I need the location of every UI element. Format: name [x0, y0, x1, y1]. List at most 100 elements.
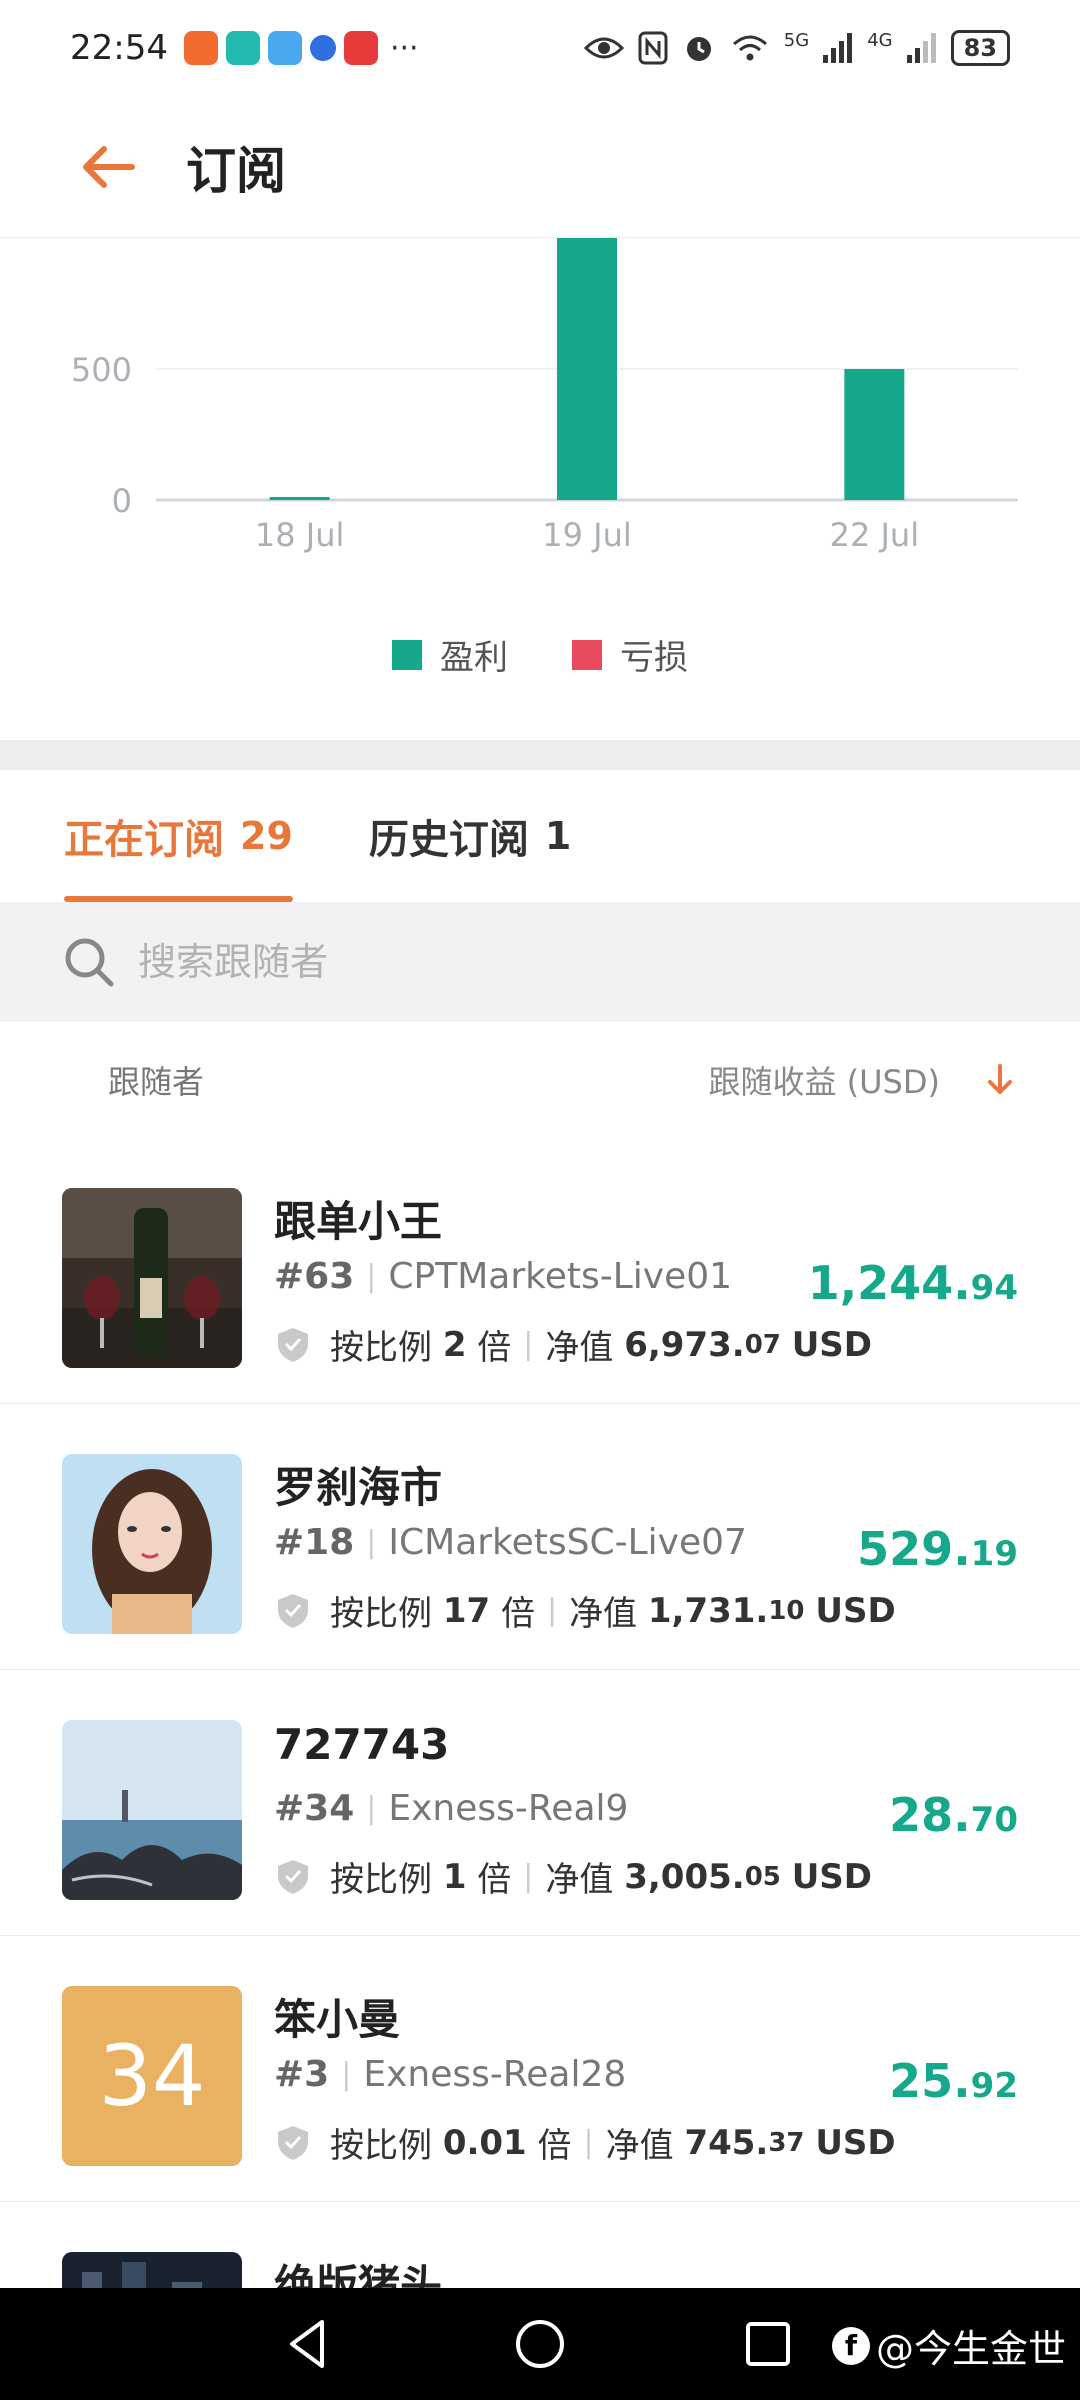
- avatar: [62, 1188, 242, 1368]
- watermark: f @今生金世: [831, 2318, 1066, 2373]
- list-item[interactable]: 跟单小王 #63 | CPTMarkets-Live01 按比例 2 倍 | 净…: [0, 1138, 1080, 1404]
- status-bar: 22:54 ··· 5G 4G 83: [0, 0, 1080, 96]
- legend-item-profit: 盈利: [392, 630, 508, 679]
- wifi-icon: [732, 35, 767, 61]
- follower-server: Exness-Real28: [363, 2054, 627, 2095]
- app-icon: [343, 31, 378, 65]
- follower-name: 727743: [274, 1720, 450, 1769]
- list-item[interactable]: 727743 #34 | Exness-Real9 按比例 1 倍 | 净值 3…: [0, 1670, 1080, 1936]
- ratio-label: 按比例: [330, 2126, 432, 2166]
- equity-main: 6,973.: [624, 1324, 745, 1365]
- tab-history-subscriptions[interactable]: 历史订阅 1: [369, 770, 571, 902]
- signal-bars-icon: [823, 33, 853, 63]
- status-app-icons: [183, 31, 378, 65]
- column-follower: 跟随者: [108, 1063, 205, 1101]
- profit-cents: 92: [970, 2066, 1018, 2106]
- bar-18-jul: [269, 497, 330, 500]
- follower-rank: #34: [274, 1788, 355, 1829]
- list-header: 跟随者 跟随收益 (USD): [0, 1022, 1080, 1138]
- equity-currency: USD: [791, 1856, 873, 1897]
- equity-cents: 10: [768, 1595, 805, 1626]
- follower-rank: #63: [274, 1256, 355, 1297]
- profit-main: 1,244.: [807, 1256, 971, 1310]
- follower-name: 跟单小王: [274, 1197, 443, 1246]
- tab-current-subscriptions[interactable]: 正在订阅 29: [64, 770, 293, 902]
- portrait-photo: [62, 1454, 242, 1634]
- arrow-left-icon: [83, 145, 135, 188]
- ratio-value: 0.01: [442, 2122, 527, 2163]
- bar-19-jul: [557, 238, 617, 500]
- recents-square-icon[interactable]: [740, 2316, 796, 2372]
- ratio-label: 按比例: [330, 1328, 432, 1368]
- follower-profit: 25.92: [889, 2054, 1018, 2108]
- tab-count: 29: [240, 814, 293, 858]
- x-tick-label: 19 Jul: [542, 516, 632, 554]
- equity-cents: 05: [744, 1861, 781, 1892]
- list-item[interactable]: 34 笨小曼 #3 | Exness-Real28 按比例 0.01 倍 | 净…: [0, 1936, 1080, 2202]
- avatar: 34: [62, 1986, 242, 2166]
- follower-account: #63 | CPTMarkets-Live01: [274, 1256, 732, 1297]
- watermark-text: @今生金世: [875, 2327, 1066, 2371]
- avatar: [62, 1454, 242, 1634]
- arrow-down-icon: [988, 1064, 1012, 1094]
- status-right: 5G 4G 83: [583, 30, 1010, 66]
- divider: |: [341, 2057, 352, 2092]
- legend-label-profit: 盈利: [440, 638, 508, 678]
- tab-label: 正在订阅: [64, 817, 224, 863]
- sort-by-profit[interactable]: 跟随收益 (USD): [708, 1057, 1020, 1103]
- avatar: [62, 1720, 242, 1900]
- status-time: 22:54: [70, 28, 168, 68]
- app-icon: [267, 31, 302, 65]
- equity-main: 1,731.: [647, 1590, 769, 1631]
- ratio-value: 17: [442, 1590, 491, 1631]
- divider: |: [366, 1525, 377, 1560]
- follower-meta: 按比例 17 倍 | 净值 1,731. 10 USD: [274, 1586, 896, 1635]
- equity-label: 净值: [545, 1328, 614, 1368]
- equity-label: 净值: [569, 1594, 638, 1634]
- divider: |: [546, 1593, 558, 1628]
- equity-currency: USD: [815, 1590, 896, 1631]
- app-icon: [183, 31, 218, 65]
- ratio-unit: 倍: [537, 2126, 572, 2166]
- bar-22-jul: [844, 369, 905, 500]
- shield-icon: [278, 2125, 308, 2160]
- divider: |: [366, 1259, 377, 1294]
- app-icon: [225, 31, 260, 65]
- search-input[interactable]: [138, 940, 938, 984]
- profit-main: 28.: [889, 1788, 971, 1842]
- app-header: 订阅: [0, 96, 1080, 238]
- follower-account: #34 | Exness-Real9: [274, 1788, 628, 1829]
- follower-profit: 529.19: [857, 1522, 1018, 1576]
- page-title: 订阅: [186, 141, 286, 200]
- equity-currency: USD: [815, 2122, 896, 2163]
- column-profit: 跟随收益 (USD): [708, 1063, 940, 1101]
- back-triangle-icon[interactable]: [280, 2316, 336, 2372]
- follower-account: #18 | ICMarketsSC-Live07: [274, 1522, 747, 1563]
- profit-main: 529.: [857, 1522, 971, 1576]
- equity-currency: USD: [791, 1324, 873, 1365]
- list-item[interactable]: 罗刹海市 #18 | ICMarketsSC-Live07 按比例 17 倍 |…: [0, 1404, 1080, 1670]
- profit-main: 25.: [889, 2054, 971, 2108]
- equity-main: 745.: [684, 2122, 769, 2163]
- legend-swatch-loss: [572, 639, 602, 670]
- ratio-value: 2: [442, 1324, 467, 1365]
- follower-rank: #3: [274, 2054, 330, 2095]
- back-button[interactable]: [78, 137, 138, 197]
- search-bar: [0, 902, 1080, 1022]
- ratio-unit: 倍: [477, 1860, 512, 1900]
- home-circle-icon[interactable]: [512, 2316, 568, 2372]
- follower-name: 笨小曼: [274, 1995, 401, 2044]
- search-icon: [65, 938, 114, 987]
- shield-icon: [278, 1859, 308, 1894]
- legend-item-loss: 亏损: [572, 630, 688, 679]
- follower-list: 跟单小王 #63 | CPTMarkets-Live01 按比例 2 倍 | 净…: [0, 1138, 1080, 2400]
- shield-icon: [278, 1327, 308, 1362]
- subscription-tabs: 正在订阅 29 历史订阅 1: [0, 770, 1080, 902]
- section-divider: [0, 740, 1080, 770]
- follower-server: ICMarketsSC-Live07: [388, 1522, 747, 1563]
- equity-main: 3,005.: [624, 1856, 745, 1897]
- sea-photo: [62, 1720, 242, 1900]
- follower-meta: 按比例 1 倍 | 净值 3,005. 05 USD: [274, 1852, 872, 1901]
- tab-label: 历史订阅: [368, 817, 529, 863]
- follower-name: 罗刹海市: [274, 1463, 443, 1512]
